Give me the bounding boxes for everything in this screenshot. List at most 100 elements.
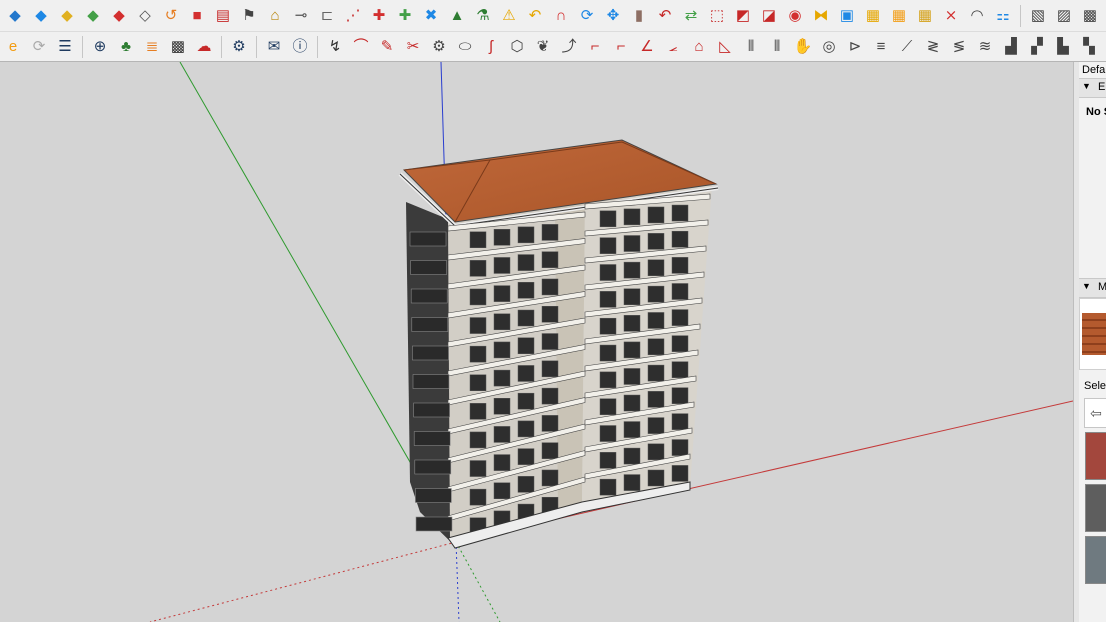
refresh-icon[interactable]: ⟳ [28, 36, 50, 58]
stair-block-icon[interactable]: ▟ [1000, 36, 1022, 58]
curve-tool-icon[interactable]: ↯ [324, 36, 346, 58]
frame-icon[interactable]: ▣ [836, 5, 858, 27]
red-plane-icon[interactable]: ◆ [108, 5, 130, 27]
material-swatch-3[interactable] [1085, 536, 1106, 584]
arc-points-icon[interactable]: ⌒ [350, 36, 372, 58]
pipe-icon[interactable]: ⊸ [290, 5, 312, 27]
zigzag-icon[interactable]: ≷ [922, 36, 944, 58]
material-swatch-2[interactable] [1085, 484, 1106, 532]
window [599, 425, 617, 442]
move-icon[interactable]: ✥ [602, 5, 624, 27]
box-outline-icon[interactable]: ⬡ [506, 36, 528, 58]
brain-icon[interactable]: ❦ [532, 36, 554, 58]
add-icon[interactable]: ⊕ [89, 36, 111, 58]
info-icon[interactable]: ⓘ [289, 36, 311, 58]
select-tab-label[interactable]: Selec [1084, 380, 1106, 392]
cloud-upload-icon[interactable]: ☁ [193, 36, 215, 58]
extension-warehouse-icon[interactable]: e [2, 36, 24, 58]
cut-icon[interactable]: ✂ [402, 36, 424, 58]
ramp-icon[interactable]: ⟋ [896, 36, 918, 58]
warning-icon[interactable]: ⚠ [498, 5, 520, 27]
red-grid-icon[interactable]: ▤ [212, 5, 234, 27]
component3-icon[interactable]: ▩ [1079, 5, 1101, 27]
scene-canvas[interactable] [0, 62, 1073, 622]
blue-x-icon[interactable]: ✖ [420, 5, 442, 27]
green-cross-icon[interactable]: ✚ [394, 5, 416, 27]
columns2-icon[interactable]: ⦀ [766, 36, 788, 58]
dotted-arc-icon[interactable]: ◠ [966, 5, 988, 27]
green-plane-icon[interactable]: ◆ [82, 5, 104, 27]
grid-orange-icon[interactable]: ▦ [888, 5, 910, 27]
material-swatch-1[interactable] [1085, 432, 1106, 480]
gear-outline-icon[interactable]: ⚙ [428, 36, 450, 58]
settings-gear-icon[interactable]: ⚙ [228, 36, 250, 58]
yellow-plane-icon[interactable]: ◆ [56, 5, 78, 27]
hook-icon[interactable]: ↶ [524, 5, 546, 27]
zigzag3-icon[interactable]: ≋ [974, 36, 996, 58]
red-drop-icon[interactable]: ◉ [784, 5, 806, 27]
flask-icon[interactable]: ⚗ [472, 5, 494, 27]
roof-icon[interactable]: ⌂ [264, 5, 286, 27]
triangle-icon[interactable]: ◺ [714, 36, 736, 58]
side-balcony [412, 374, 450, 389]
3d-viewport[interactable] [0, 62, 1073, 622]
arch-icon[interactable]: ⌂ [688, 36, 710, 58]
offset-icon[interactable]: ⊏ [316, 5, 338, 27]
layer-stack-icon[interactable]: ≣ [141, 36, 163, 58]
branch-icon[interactable]: ⤴ [558, 36, 580, 58]
magnet-icon[interactable]: ∩ [550, 5, 572, 27]
tree-icon[interactable]: ♣ [115, 36, 137, 58]
nodes-icon[interactable]: ⚏ [992, 5, 1014, 27]
orbit-icon[interactable]: ⟳ [576, 5, 598, 27]
mail-icon[interactable]: ✉ [263, 36, 285, 58]
corner-icon[interactable]: ⌐ [584, 36, 606, 58]
fan-icon[interactable]: ⊳ [844, 36, 866, 58]
back-arrow-icon[interactable]: ⇦ [1084, 398, 1106, 428]
grid-yellow-icon[interactable]: ▦ [914, 5, 936, 27]
window [541, 360, 559, 378]
red-square-icon[interactable]: ■ [186, 5, 208, 27]
orange-curve-icon[interactable]: ↺ [160, 5, 182, 27]
columns-icon[interactable]: ⦀ [740, 36, 762, 58]
corner2-icon[interactable]: ⌐ [610, 36, 632, 58]
flag-block-icon[interactable]: ▙ [1052, 36, 1074, 58]
flag-icon[interactable]: ⚑ [238, 5, 260, 27]
stair-block2-icon[interactable]: ▞ [1026, 36, 1048, 58]
hatched-plane-icon[interactable]: ◇ [134, 5, 156, 27]
window [599, 478, 617, 496]
red-dots-icon[interactable]: ⋰ [342, 5, 364, 27]
transform-icon[interactable]: ⬚ [706, 5, 728, 27]
zigzag2-icon[interactable]: ≶ [948, 36, 970, 58]
blue-diamond-icon[interactable]: ◆ [4, 5, 26, 27]
x-dots-icon[interactable]: ⨯ [940, 5, 962, 27]
layers-icon[interactable]: ☰ [54, 36, 76, 58]
flag-block2-icon[interactable]: ▚ [1078, 36, 1100, 58]
window [517, 282, 535, 299]
component2-icon[interactable]: ▨ [1053, 5, 1075, 27]
materials-panel-header[interactable]: ▼ M [1079, 278, 1106, 298]
building-model[interactable] [398, 139, 719, 549]
green-arrows-icon[interactable]: ⇄ [680, 5, 702, 27]
bowtie-icon[interactable]: ⧓ [810, 5, 832, 27]
window [493, 426, 511, 443]
rings-icon[interactable]: ◎ [818, 36, 840, 58]
blob-icon[interactable]: ⬭ [454, 36, 476, 58]
undo-red-icon[interactable]: ↶ [654, 5, 676, 27]
cup-icon[interactable]: ▮ [628, 5, 650, 27]
red-cross-icon[interactable]: ✚ [368, 5, 390, 27]
window [493, 285, 511, 302]
hook-red-icon[interactable]: ʃ [480, 36, 502, 58]
angle-icon[interactable]: ∠ [636, 36, 658, 58]
stairs-icon[interactable]: ≡ [870, 36, 892, 58]
checker-icon[interactable]: ▩ [167, 36, 189, 58]
pencil-icon[interactable]: ✎ [376, 36, 398, 58]
arc-angle-icon[interactable]: ⦟ [662, 36, 684, 58]
box-red2-icon[interactable]: ◪ [758, 5, 780, 27]
blue-plane-icon[interactable]: ◆ [30, 5, 52, 27]
hand-icon[interactable]: ✋ [792, 36, 814, 58]
box-red-icon[interactable]: ◩ [732, 5, 754, 27]
cone-icon[interactable]: ▲ [446, 5, 468, 27]
styles-panel-header[interactable]: ▼ E [1079, 78, 1106, 98]
tile-icon[interactable]: ▦ [862, 5, 884, 27]
component-icon[interactable]: ▧ [1027, 5, 1049, 27]
